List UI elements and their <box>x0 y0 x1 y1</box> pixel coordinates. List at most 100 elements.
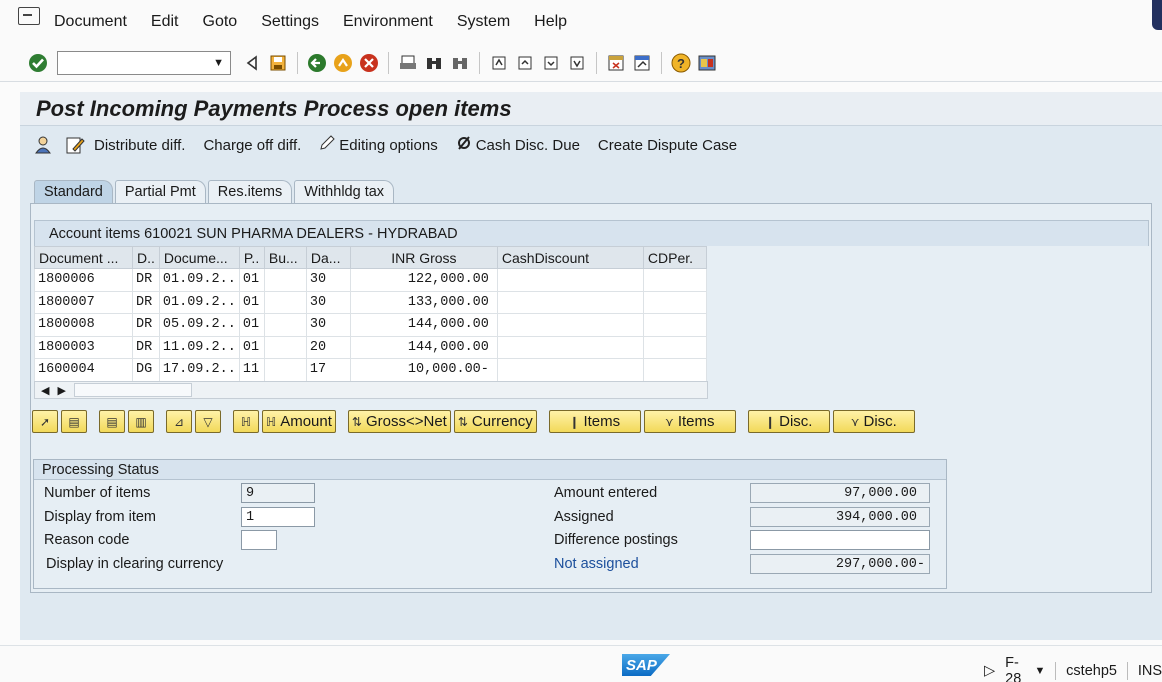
column-header-days[interactable]: Da... <box>305 246 351 269</box>
find-icon[interactable] <box>424 53 444 73</box>
table-cell[interactable]: 10,000.00- <box>349 358 498 382</box>
print-icon[interactable] <box>398 53 418 73</box>
table-cell[interactable]: 11.09.2.. <box>158 335 240 359</box>
filter-button[interactable]: ▽ <box>195 410 221 433</box>
find-next-icon[interactable] <box>450 53 470 73</box>
horizontal-scrollbar[interactable]: ◀ ▶ <box>34 381 708 399</box>
table-cell[interactable]: 30 <box>305 290 351 314</box>
scroll-right-icon[interactable]: ▶ <box>57 384 65 397</box>
table-row[interactable]: 1600004 DG 17.09.2.. 11 17 10,000.00- <box>34 358 707 382</box>
shortcut-icon[interactable] <box>632 53 652 73</box>
table-cell[interactable]: 01 <box>238 290 265 314</box>
exit-menu-icon[interactable] <box>18 7 40 25</box>
table-cell[interactable]: 1800006 <box>34 268 133 292</box>
deactivate-disc-button[interactable]: ⋎ Disc. <box>832 410 915 433</box>
chevron-down-icon[interactable]: ▼ <box>213 57 224 69</box>
activate-items-button[interactable]: ▤ <box>99 410 125 433</box>
table-cell[interactable]: 01.09.2.. <box>158 290 240 314</box>
tab-res-items[interactable]: Res.items <box>207 180 293 203</box>
table-cell[interactable] <box>496 358 644 382</box>
table-row[interactable]: 1800006 DR 01.09.2.. 01 30 122,000.00 <box>34 268 707 292</box>
table-cell[interactable]: 01 <box>238 313 265 337</box>
table-cell[interactable] <box>642 335 707 359</box>
column-header-cd-percent[interactable]: CDPer. <box>642 246 707 269</box>
column-header-business-area[interactable]: Bu... <box>263 246 307 269</box>
table-cell[interactable]: 30 <box>305 313 351 337</box>
table-cell[interactable]: 122,000.00 <box>349 268 498 292</box>
column-header-posting-key[interactable]: P.. <box>238 246 265 269</box>
table-cell[interactable]: 01.09.2.. <box>158 268 240 292</box>
table-cell[interactable]: 05.09.2.. <box>158 313 240 337</box>
table-cell[interactable]: 30 <box>305 268 351 292</box>
table-cell[interactable]: DR <box>132 335 160 359</box>
back-arrow-icon[interactable] <box>242 53 262 73</box>
column-header-document[interactable]: Document ... <box>34 246 133 269</box>
deactivate-items-button[interactable]: ▥ <box>128 410 154 433</box>
table-cell[interactable]: 144,000.00 <box>349 335 498 359</box>
table-cell[interactable] <box>642 268 707 292</box>
table-row[interactable]: 1800007 DR 01.09.2.. 01 30 133,000.00 <box>34 290 707 314</box>
table-cell[interactable] <box>263 358 307 382</box>
menu-system[interactable]: System <box>457 13 510 31</box>
enter-check-icon[interactable] <box>28 53 48 73</box>
table-cell[interactable] <box>496 313 644 337</box>
insert-mode[interactable]: INS <box>1138 663 1162 679</box>
tab-partial-pmt[interactable]: Partial Pmt <box>114 180 206 203</box>
next-page-icon[interactable] <box>541 53 561 73</box>
activate-items-all-button[interactable]: ❙ Items <box>548 410 641 433</box>
table-row[interactable]: 1800008 DR 05.09.2.. 01 30 144,000.00 <box>34 313 707 337</box>
difference-postings-field[interactable] <box>750 530 930 550</box>
table-cell[interactable]: 17 <box>305 358 351 382</box>
column-header-document-date[interactable]: Docume... <box>158 246 240 269</box>
table-cell[interactable] <box>642 290 707 314</box>
table-cell[interactable] <box>263 290 307 314</box>
chevron-down-icon[interactable]: ▼ <box>1034 665 1045 677</box>
last-page-icon[interactable] <box>567 53 587 73</box>
table-cell[interactable]: 17.09.2.. <box>158 358 240 382</box>
menu-document[interactable]: Document <box>54 13 127 31</box>
tab-standard[interactable]: Standard <box>34 180 113 203</box>
table-cell[interactable]: 20 <box>305 335 351 359</box>
table-cell[interactable]: 1600004 <box>34 358 133 382</box>
expand-status-icon[interactable]: ▷ <box>984 663 995 679</box>
column-header-inr-gross[interactable]: INR Gross <box>349 246 498 269</box>
table-cell[interactable] <box>496 268 644 292</box>
help-icon[interactable]: ? <box>671 53 691 73</box>
select-all-button[interactable]: ▤ <box>61 410 87 433</box>
table-cell[interactable]: 01 <box>238 268 265 292</box>
column-header-doc-type[interactable]: D.. <box>132 246 160 269</box>
table-cell[interactable]: DG <box>132 358 160 382</box>
table-cell[interactable]: 1800008 <box>34 313 133 337</box>
scroll-left-icon[interactable]: ◀ <box>41 384 49 397</box>
first-page-icon[interactable] <box>489 53 509 73</box>
table-cell[interactable]: 11 <box>238 358 265 382</box>
save-icon[interactable] <box>268 53 288 73</box>
table-cell[interactable]: 1800003 <box>34 335 133 359</box>
select-button[interactable]: ➚ <box>32 410 58 433</box>
cancel-icon[interactable] <box>359 53 379 73</box>
table-cell[interactable]: DR <box>132 290 160 314</box>
table-cell[interactable]: 01 <box>238 335 265 359</box>
person-icon[interactable] <box>33 135 53 155</box>
create-dispute-case-button[interactable]: Create Dispute Case <box>598 137 737 154</box>
table-cell[interactable]: DR <box>132 268 160 292</box>
table-cell[interactable]: 144,000.00 <box>349 313 498 337</box>
menu-settings[interactable]: Settings <box>261 13 319 31</box>
table-cell[interactable] <box>496 335 644 359</box>
back-icon[interactable] <box>307 53 327 73</box>
table-cell[interactable] <box>642 313 707 337</box>
cash-disc-due-button[interactable]: Cash Disc. Due <box>456 135 580 155</box>
menu-goto[interactable]: Goto <box>203 13 238 31</box>
table-cell[interactable] <box>496 290 644 314</box>
table-cell[interactable] <box>642 358 707 382</box>
tab-withhldg-tax[interactable]: Withhldg tax <box>294 180 395 203</box>
table-cell[interactable] <box>263 268 307 292</box>
table-cell[interactable]: 1800007 <box>34 290 133 314</box>
sort-button[interactable]: ⊿ <box>166 410 192 433</box>
column-header-cash-discount[interactable]: CashDiscount <box>496 246 644 269</box>
layout-menu-icon[interactable] <box>697 53 717 73</box>
reason-code-input[interactable] <box>241 530 277 550</box>
display-from-item-input[interactable]: 1 <box>241 507 315 527</box>
activate-disc-button[interactable]: ❙ Disc. <box>747 410 830 433</box>
deactivate-items-all-button[interactable]: ⋎ Items <box>643 410 736 433</box>
